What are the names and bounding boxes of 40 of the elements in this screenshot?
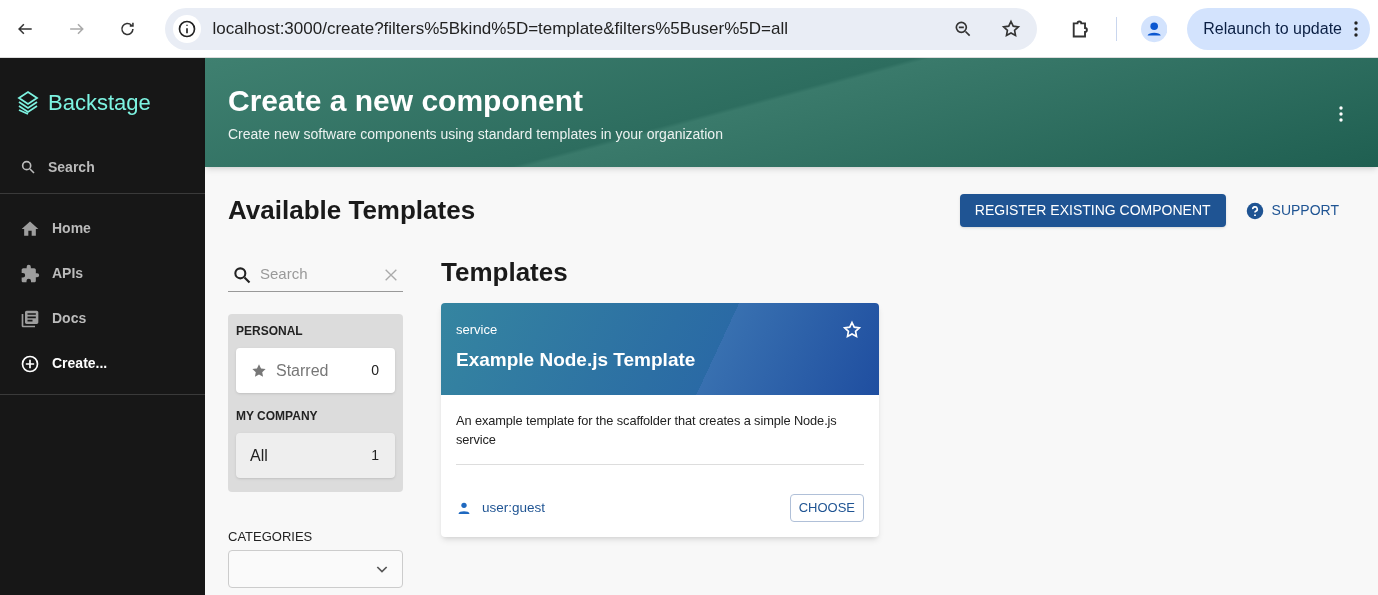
address-bar[interactable]: localhost:3000/create?filters%5Bkind%5D=template&filters%5Buser%5D=all xyxy=(164,7,1038,50)
register-button[interactable]: REGISTER EXISTING COMPONENT xyxy=(959,194,1226,227)
section-title: Available Templates xyxy=(228,194,477,227)
search-field[interactable]: Search xyxy=(260,263,370,286)
profile-icon[interactable] xyxy=(1140,14,1168,43)
owner-link[interactable]: user:guest xyxy=(482,497,790,519)
sidebar-item[interactable]: APIs xyxy=(0,251,205,296)
star-outline-icon[interactable] xyxy=(1001,18,1022,39)
filter-option[interactable]: All 1 xyxy=(236,433,395,478)
relaunch-button[interactable]: Relaunch to update xyxy=(1187,7,1370,50)
templates-heading: Templates xyxy=(441,256,569,289)
support-button[interactable]: SUPPORT xyxy=(1245,200,1339,221)
help-icon xyxy=(1245,201,1264,220)
page-subtitle: Create new software components using standard templates in your organization xyxy=(228,124,724,144)
page-title: Create a new component xyxy=(228,83,585,119)
person-icon xyxy=(456,500,472,516)
backstage-logo-icon[interactable] xyxy=(16,88,40,116)
app-logo[interactable]: Backstage xyxy=(48,85,151,119)
more-vertical-icon[interactable] xyxy=(1339,106,1343,122)
search-icon xyxy=(20,159,36,175)
document-icon xyxy=(20,308,40,329)
sidebar-item[interactable]: Home xyxy=(0,206,205,251)
filter-group-label: MY COMPANY xyxy=(236,408,319,425)
choose-button[interactable]: CHOOSE xyxy=(789,494,864,522)
sidebar-item[interactable]: Docs xyxy=(0,296,205,341)
search-icon xyxy=(232,264,252,285)
filter-group-label: PERSONAL xyxy=(236,323,304,340)
categories-label: CATEGORIES xyxy=(228,528,314,546)
template-title: Example Node.js Template xyxy=(456,347,697,372)
puzzle-icon xyxy=(20,263,40,284)
template-type: service xyxy=(456,321,499,339)
info-icon[interactable] xyxy=(172,14,201,43)
star-outline-icon[interactable] xyxy=(842,320,862,340)
sidebar-search[interactable]: Search xyxy=(0,146,205,188)
add-circle-icon xyxy=(20,353,40,374)
url-text: localhost:3000/create?filters%5Bkind%5D=template&filters%5Buser%5D=all xyxy=(212,17,789,40)
filter-option[interactable]: Starred 0 xyxy=(236,348,395,393)
more-vertical-icon[interactable] xyxy=(1354,20,1358,37)
sidebar-item[interactable]: Create... xyxy=(0,341,205,386)
template-description: An example template for the scaffolder that creates a simple Node.js service xyxy=(456,411,864,465)
